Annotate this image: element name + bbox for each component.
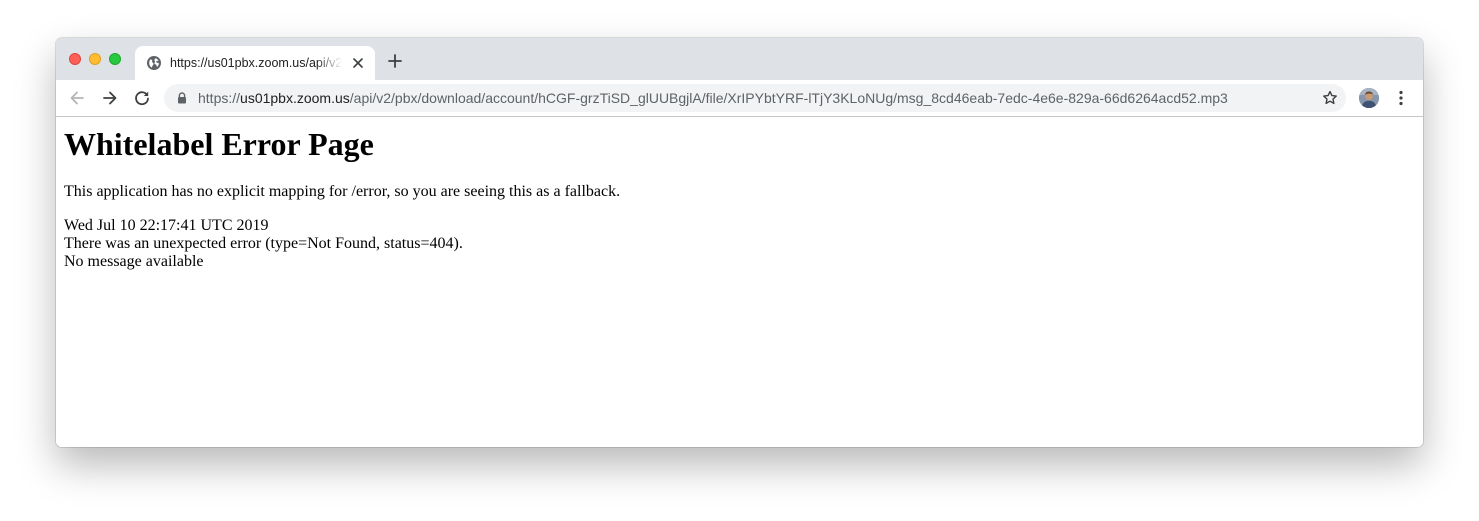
error-details: Wed Jul 10 22:17:41 UTC 2019 There was a… <box>64 217 463 271</box>
error-timestamp: Wed Jul 10 22:17:41 UTC 2019 <box>64 217 269 234</box>
plus-icon[interactable] <box>387 53 403 69</box>
error-message: No message available <box>64 253 204 270</box>
forward-arrow-icon[interactable] <box>101 89 119 107</box>
page-content: Whitelabel Error Page This application h… <box>56 117 1423 447</box>
globe-icon <box>147 56 161 70</box>
star-icon[interactable] <box>1322 90 1338 106</box>
profile-photo <box>1359 88 1379 108</box>
reload-icon[interactable] <box>133 89 151 107</box>
tab-strip: https://us01pbx.zoom.us/api/v2/pbx/downl… <box>56 38 1423 80</box>
browser-toolbar: https://us01pbx.zoom.us/api/v2/pbx/downl… <box>56 80 1423 117</box>
avatar[interactable] <box>1359 88 1379 108</box>
page-title: Whitelabel Error Page <box>64 126 374 162</box>
browser-window: https://us01pbx.zoom.us/api/v2/pbx/downl… <box>56 38 1423 447</box>
error-status: There was an unexpected error (type=Not … <box>64 235 463 252</box>
back-arrow-icon[interactable] <box>68 89 86 107</box>
url-scheme: https:// <box>198 90 241 106</box>
kebab-menu-icon[interactable] <box>1393 89 1409 107</box>
window-close-button[interactable] <box>69 53 81 65</box>
window-minimize-button[interactable] <box>89 53 101 65</box>
tab-title: https://us01pbx.zoom.us/api/v2/pbx/downl… <box>170 56 342 70</box>
error-description: This application has no explicit mapping… <box>64 183 621 200</box>
window-zoom-button[interactable] <box>109 53 121 65</box>
url-text[interactable]: https://us01pbx.zoom.us/api/v2/pbx/downl… <box>198 84 1228 112</box>
tab-active[interactable]: https://us01pbx.zoom.us/api/v2/pbx/downl… <box>135 46 375 80</box>
url-path: /api/v2/pbx/download/account/hCGF-grzTiS… <box>349 90 1228 106</box>
url-host: us01pbx.zoom.us <box>240 90 350 106</box>
address-bar[interactable]: https://us01pbx.zoom.us/api/v2/pbx/downl… <box>164 84 1346 112</box>
close-icon[interactable] <box>351 56 365 70</box>
lock-icon[interactable] <box>176 92 188 104</box>
